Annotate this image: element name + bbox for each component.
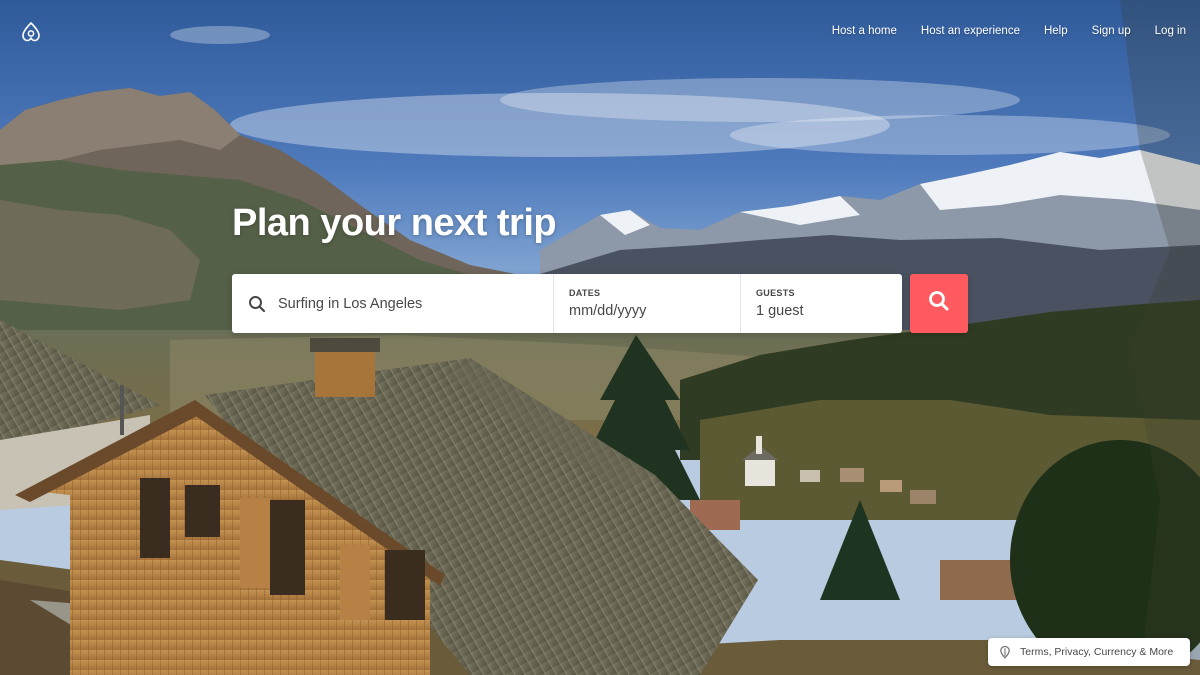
header-nav: Host a home Host an experience Help Sign… (820, 21, 1188, 41)
footer-links-button[interactable]: Terms, Privacy, Currency & More (988, 638, 1190, 666)
search-bar: DATES mm/dd/yyyy GUESTS 1 guest (232, 274, 902, 333)
nav-help[interactable]: Help (1032, 21, 1080, 41)
search-button[interactable] (910, 274, 968, 333)
guests-label: GUESTS (756, 288, 795, 298)
dates-value: mm/dd/yyyy (569, 303, 647, 319)
nav-host-an-experience[interactable]: Host an experience (909, 21, 1032, 41)
globe-icon (998, 645, 1012, 659)
dates-label: DATES (569, 288, 601, 298)
top-nav-bar: Host a home Host an experience Help Sign… (0, 0, 1200, 62)
location-field[interactable] (232, 274, 554, 333)
nav-log-in[interactable]: Log in (1143, 21, 1188, 41)
hero-title: Plan your next trip (232, 202, 557, 244)
footer-links-label: Terms, Privacy, Currency & More (1020, 646, 1174, 658)
guests-field[interactable]: GUESTS 1 guest (741, 274, 902, 333)
search-icon (248, 295, 266, 313)
hero-background-image (0, 0, 1200, 675)
airbnb-logo-icon[interactable] (18, 18, 44, 44)
nav-host-a-home[interactable]: Host a home (820, 21, 909, 41)
location-input[interactable] (278, 295, 538, 312)
search-icon (928, 290, 950, 317)
dates-field[interactable]: DATES mm/dd/yyyy (554, 274, 741, 333)
nav-sign-up[interactable]: Sign up (1080, 21, 1143, 41)
guests-value: 1 guest (756, 303, 804, 319)
